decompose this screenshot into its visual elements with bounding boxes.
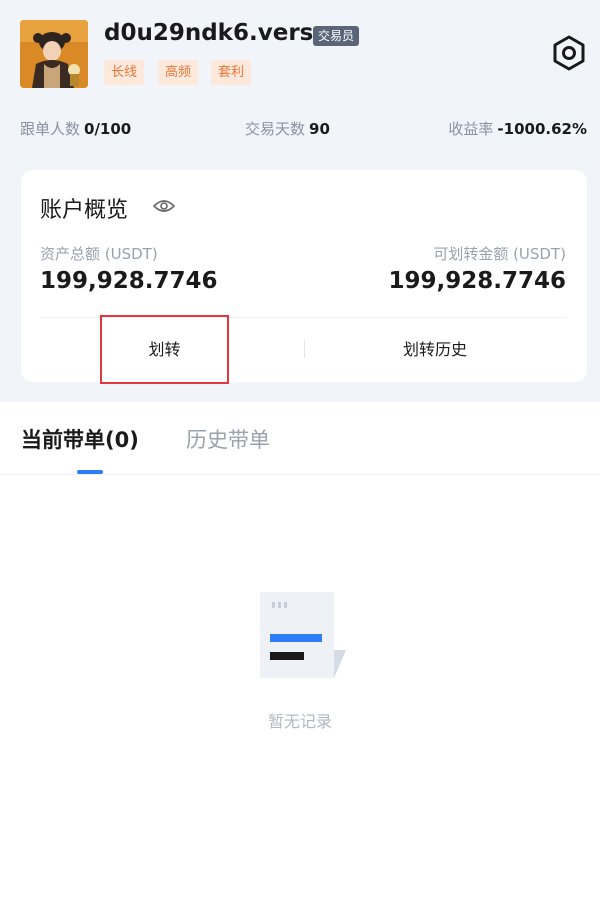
trader-name: d0u29ndk6.verse <box>104 20 329 46</box>
stat-followers: 跟单人数 0/100 <box>20 118 131 139</box>
stat-followers-label: 跟单人数 <box>20 120 81 138</box>
account-overview-title: 账户概览 <box>40 198 129 223</box>
button-separator <box>304 340 305 358</box>
account-overview-card: 账户概览 资产总额 (USDT) 可划转金额 (USDT) 199,928.77… <box>21 170 587 384</box>
stat-trading-days-value: 90 <box>309 120 330 138</box>
tab-current-orders[interactable]: 当前带单(0) <box>21 424 139 454</box>
transferable-amount-label: 可划转金额 (USDT) <box>433 245 566 263</box>
stat-return-rate-value: -1000.62% <box>497 120 587 138</box>
tag-long-term: 长线 <box>104 60 145 85</box>
empty-document-icon <box>258 590 350 682</box>
tag-high-frequency: 高频 <box>158 60 199 85</box>
transfer-history-button[interactable]: 划转历史 <box>321 330 549 370</box>
stat-return-rate: 收益率 -1000.62% <box>448 118 587 139</box>
transfer-button[interactable]: 划转 <box>100 315 229 384</box>
tab-history-orders[interactable]: 历史带单 <box>186 424 270 454</box>
tag-arbitrage: 套利 <box>211 60 252 85</box>
stat-trading-days-label: 交易天数 <box>245 120 306 138</box>
role-badge: 交易员 <box>313 26 360 46</box>
eye-icon[interactable] <box>152 197 176 215</box>
settings-icon[interactable] <box>550 34 588 72</box>
total-assets-label: 资产总额 (USDT) <box>40 245 158 263</box>
stat-trading-days: 交易天数 90 <box>245 118 330 139</box>
tab-bar-divider <box>0 474 600 475</box>
total-assets-value: 199,928.7746 <box>40 268 218 294</box>
avatar[interactable] <box>20 20 88 88</box>
transferable-amount-value: 199,928.7746 <box>388 268 566 294</box>
empty-state-text: 暂无记录 <box>267 712 332 731</box>
stat-return-rate-label: 收益率 <box>448 120 494 138</box>
stat-followers-value: 0/100 <box>84 120 132 138</box>
